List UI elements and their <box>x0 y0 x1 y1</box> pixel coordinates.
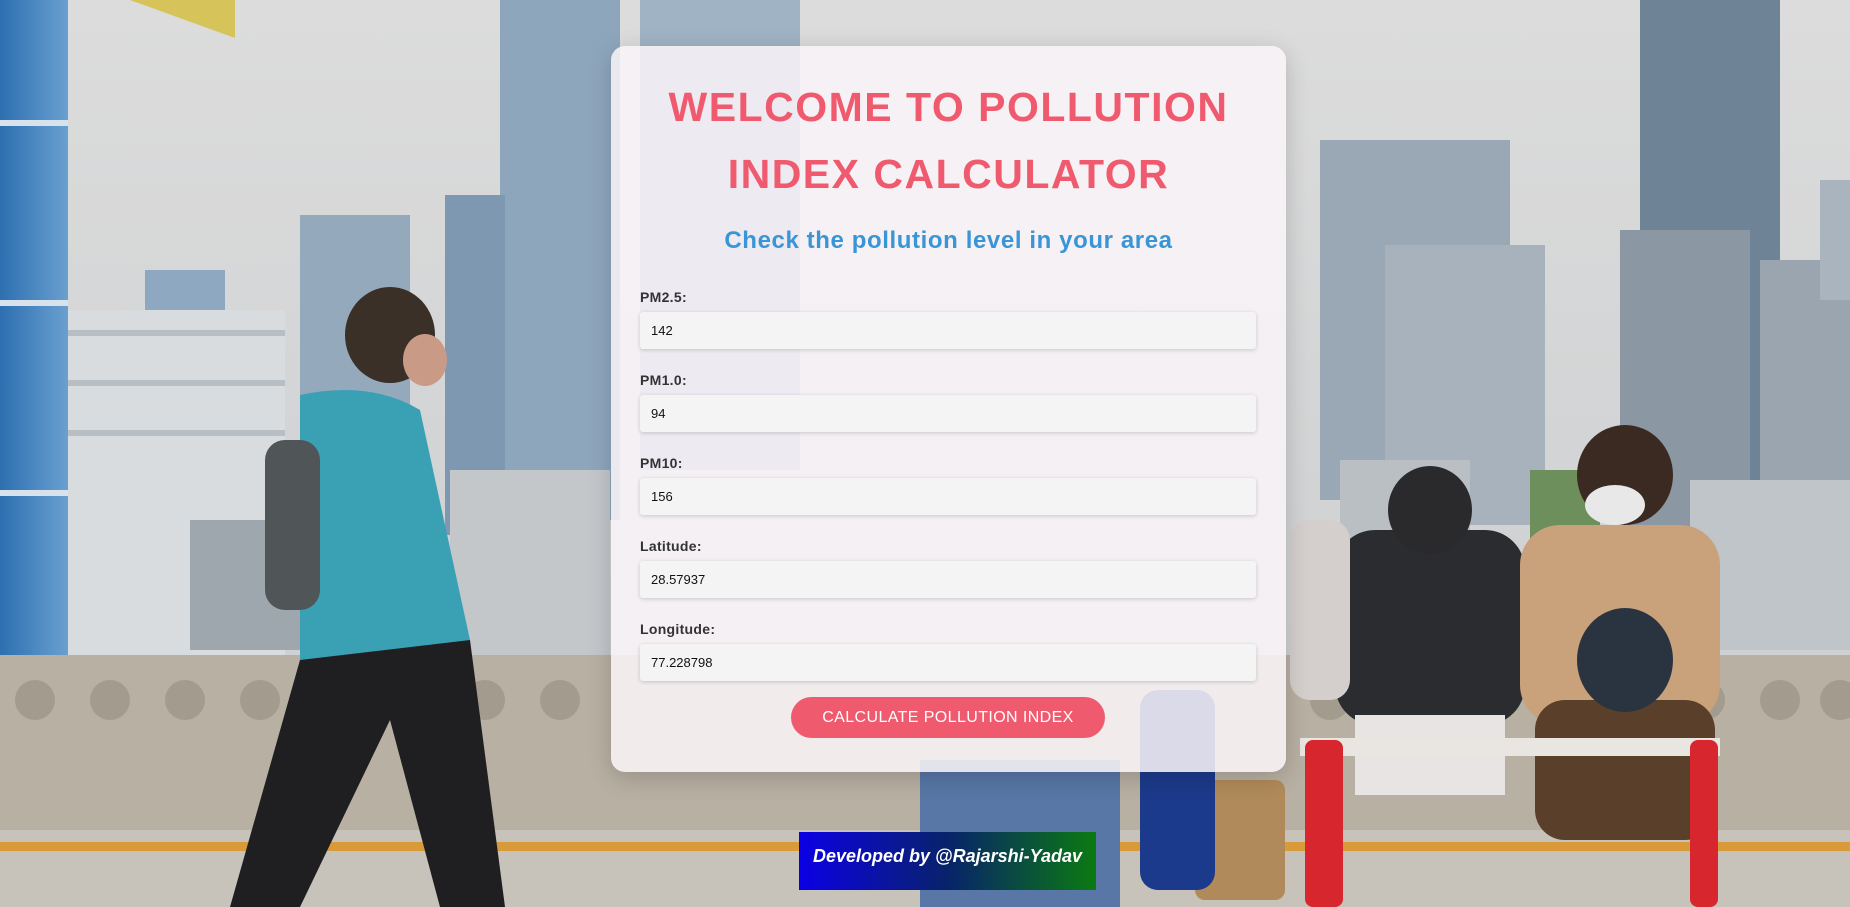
pm25-input[interactable] <box>640 312 1256 349</box>
title-line-1: WELCOME TO POLLUTION <box>668 84 1229 130</box>
pm10-input[interactable] <box>640 478 1256 515</box>
latitude-label: Latitude: <box>640 538 702 554</box>
title-line-2: INDEX CALCULATOR <box>727 151 1170 197</box>
longitude-input[interactable] <box>640 644 1256 681</box>
developer-credit: Developed by @Rajarshi-Yadav <box>799 832 1096 890</box>
calculator-card: WELCOME TO POLLUTION INDEX CALCULATOR Ch… <box>611 46 1286 772</box>
longitude-label: Longitude: <box>640 621 716 637</box>
pm1-input[interactable] <box>640 395 1256 432</box>
page-title: WELCOME TO POLLUTION INDEX CALCULATOR <box>611 74 1286 208</box>
pm25-label: PM2.5: <box>640 289 687 305</box>
latitude-input[interactable] <box>640 561 1256 598</box>
pm10-label-pm1: PM1.0: <box>640 372 687 388</box>
calculate-button[interactable]: CALCULATE POLLUTION INDEX <box>791 697 1105 738</box>
page: WELCOME TO POLLUTION INDEX CALCULATOR Ch… <box>0 0 1850 907</box>
pm10-label: PM10: <box>640 455 683 471</box>
page-subtitle: Check the pollution level in your area <box>724 227 1173 254</box>
